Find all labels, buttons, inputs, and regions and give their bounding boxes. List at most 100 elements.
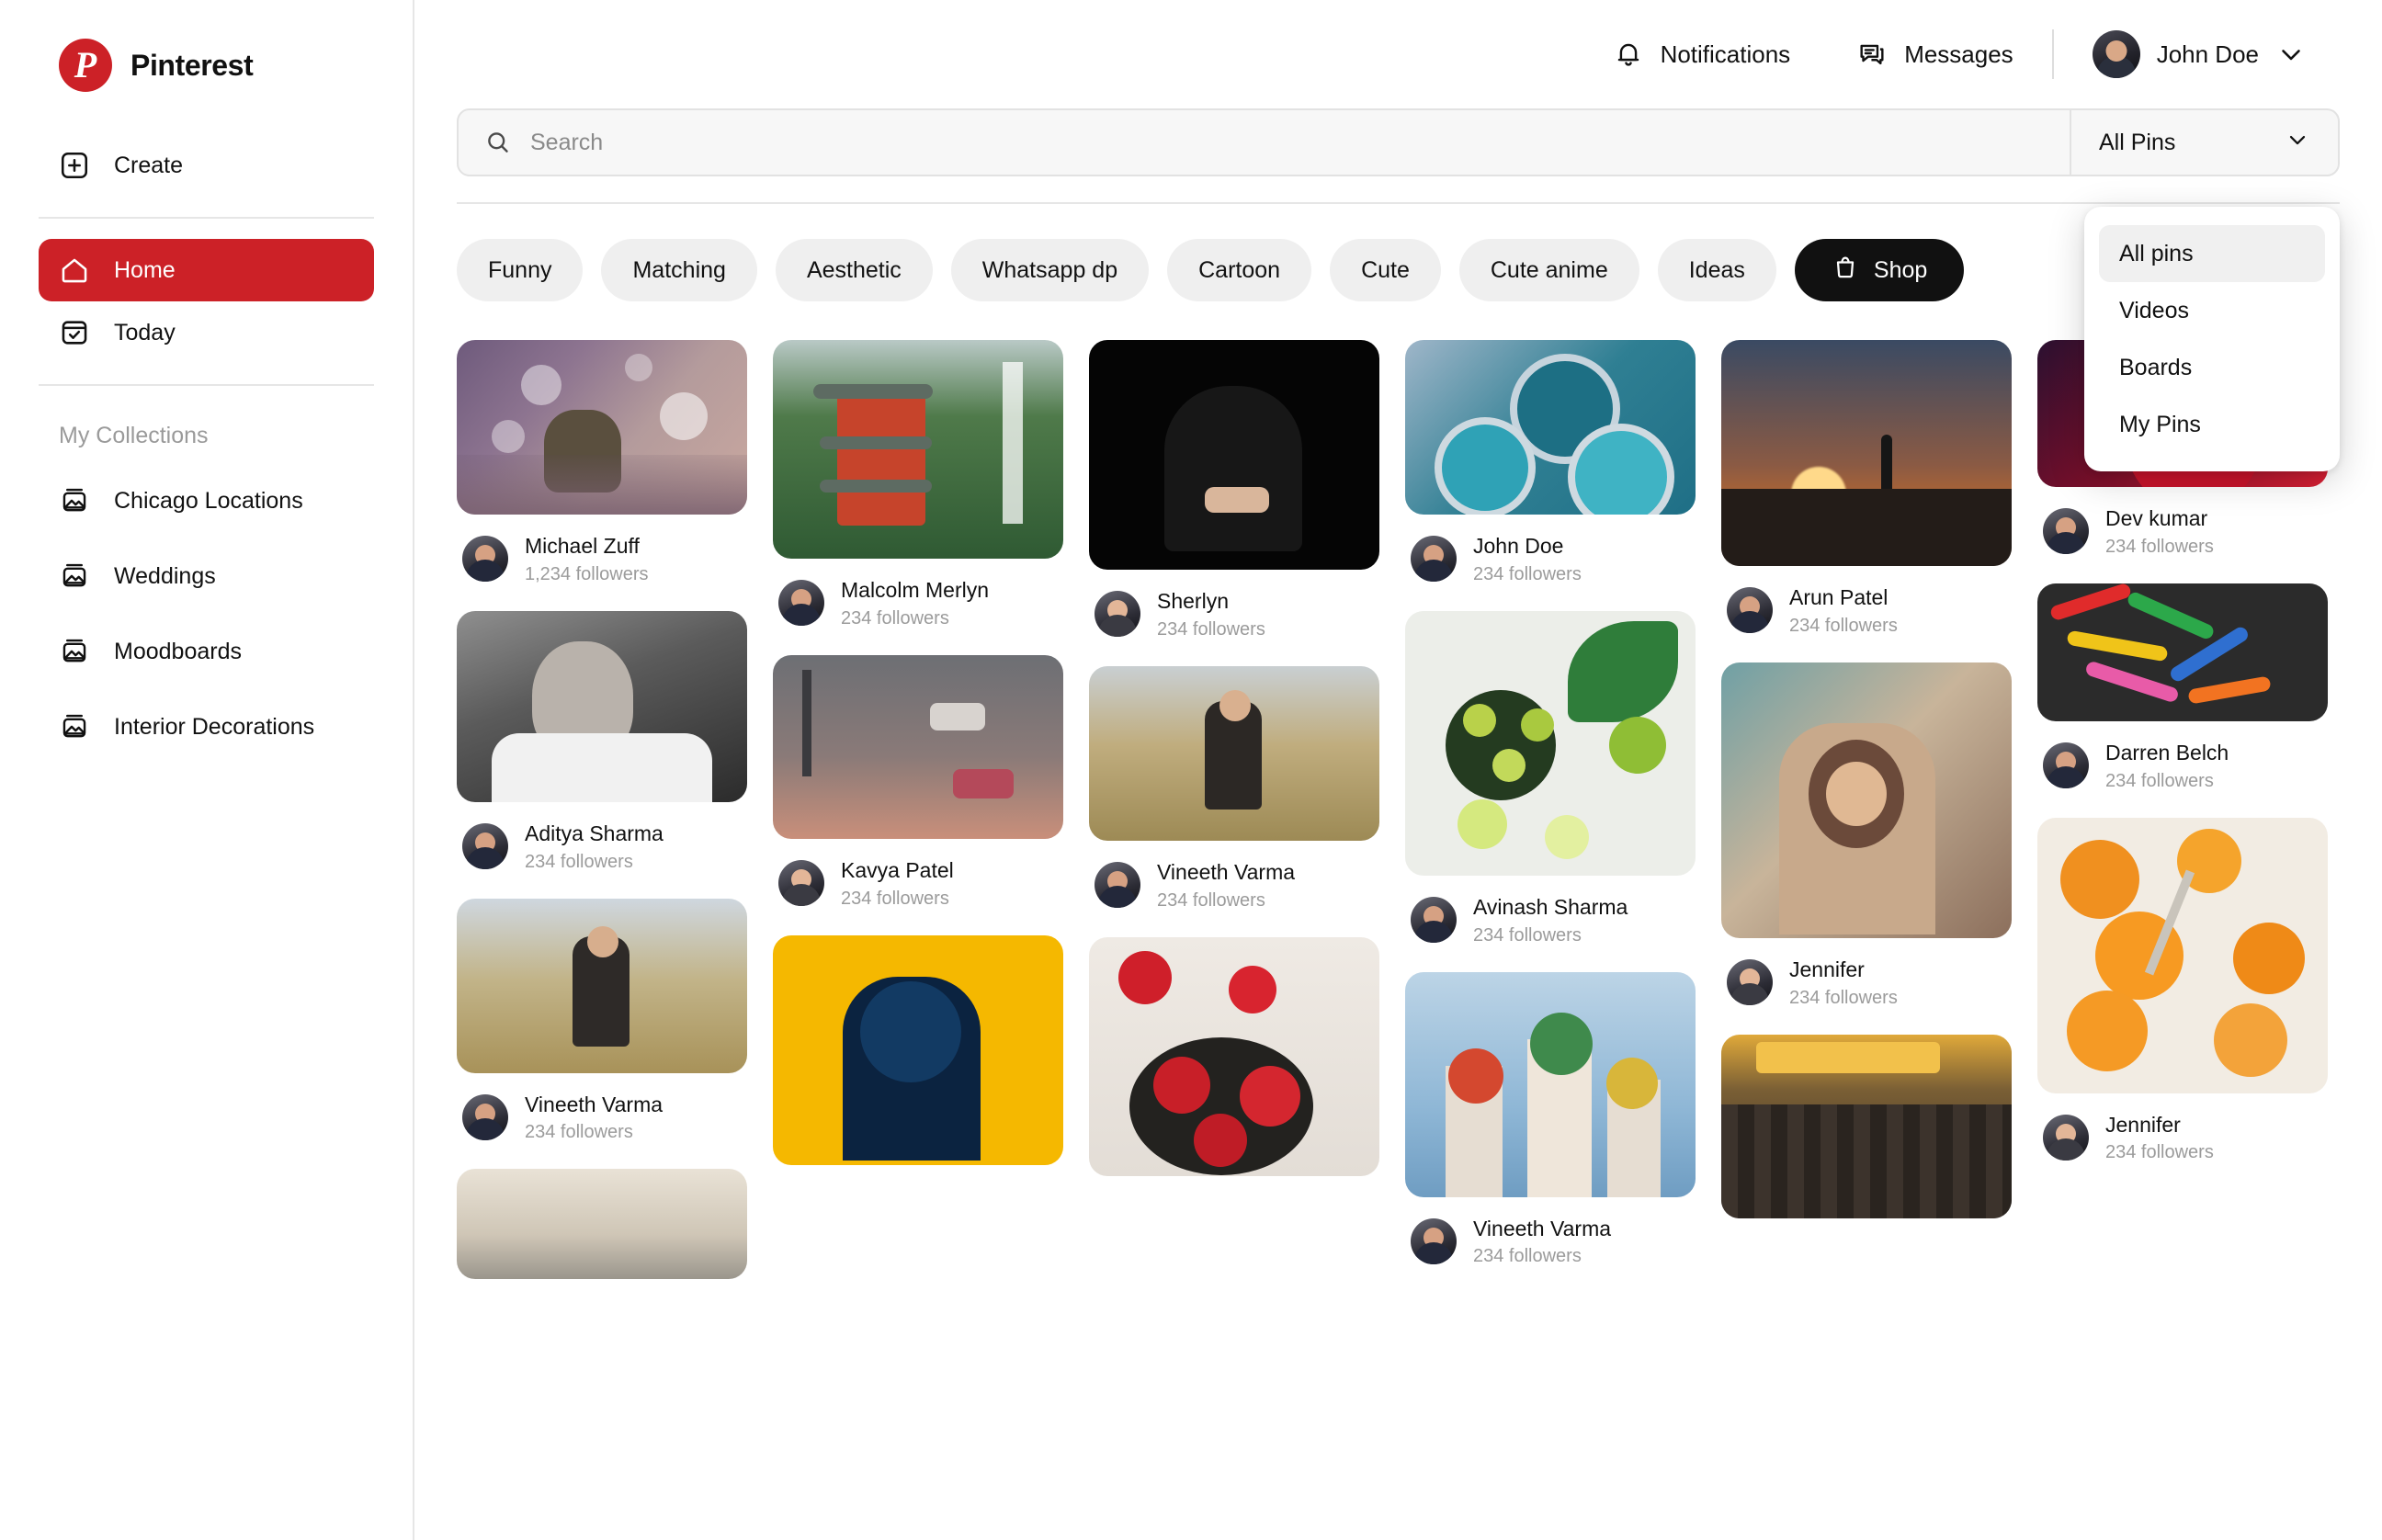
pin-image[interactable] [457, 1169, 747, 1280]
pin-image[interactable] [1405, 340, 1696, 515]
pin-followers: 234 followers [2105, 1142, 2214, 1163]
pin-user-name: Darren Belch [2105, 740, 2229, 764]
topbar-separator [2051, 29, 2054, 79]
pin-image[interactable] [1721, 1034, 2012, 1218]
sidebar-item-moodboards[interactable]: Moodboards [39, 620, 374, 683]
pin-image[interactable] [1089, 340, 1379, 570]
pin-meta: Jennifer 234 followers [2037, 1093, 2328, 1164]
pin-card[interactable]: Jennifer 234 followers [2037, 817, 2328, 1164]
dropdown-item-my-pins[interactable]: My Pins [2099, 396, 2325, 453]
dropdown-item-videos[interactable]: Videos [2099, 282, 2325, 339]
pin-card[interactable] [773, 934, 1063, 1165]
pin-card[interactable]: Sherlyn 234 followers [1089, 340, 1379, 640]
dropdown-item-boards[interactable]: Boards [2099, 339, 2325, 396]
pin-followers: 234 followers [1157, 889, 1265, 911]
pin-meta: Sherlyn 234 followers [1089, 570, 1379, 640]
messages-button[interactable]: Messages [1823, 39, 2047, 70]
search-input[interactable] [530, 129, 1989, 156]
image-icon [59, 711, 90, 742]
pin-image[interactable] [457, 898, 747, 1073]
avatar [778, 580, 824, 627]
pin-card[interactable] [1721, 1034, 2012, 1218]
pin-image[interactable] [773, 934, 1063, 1165]
pin-image[interactable] [1405, 610, 1696, 876]
chip-cute[interactable]: Cute [1330, 239, 1441, 301]
avatar [2043, 1114, 2089, 1161]
pin-image[interactable] [1721, 662, 2012, 938]
chip-aesthetic[interactable]: Aesthetic [775, 239, 933, 301]
pin-followers: 234 followers [1473, 563, 1582, 584]
pin-card[interactable]: Vineeth Varma 234 followers [457, 898, 747, 1144]
pin-image[interactable] [1405, 971, 1696, 1197]
pin-card[interactable]: Michael Zuff 1,234 followers [457, 340, 747, 585]
pin-card[interactable]: Jennifer 234 followers [1721, 662, 2012, 1009]
pin-card[interactable]: Avinash Sharma 234 followers [1405, 610, 1696, 946]
notifications-button[interactable]: Notifications [1580, 39, 1824, 70]
pin-meta: Darren Belch 234 followers [2037, 721, 2328, 792]
pin-image[interactable] [773, 340, 1063, 559]
search-icon [484, 129, 512, 156]
chip-shop[interactable]: Shop [1794, 239, 1965, 301]
pin-meta: John Doe 234 followers [1405, 515, 1696, 585]
pin-card[interactable]: Vineeth Varma 234 followers [1089, 665, 1379, 912]
pin-image[interactable] [2037, 817, 2328, 1093]
pin-card[interactable]: John Doe 234 followers [1405, 340, 1696, 585]
main-area: Notifications Messages John Doe Search A… [414, 0, 2382, 1540]
pinterest-logo-icon: P [59, 39, 112, 92]
search-field-wrap[interactable] [459, 110, 2070, 175]
pin-image[interactable] [773, 654, 1063, 839]
pin-card[interactable]: Arun Patel 234 followers [1721, 340, 2012, 637]
sidebar-item-weddings[interactable]: Weddings [39, 545, 374, 607]
pin-image[interactable] [1089, 665, 1379, 841]
bell-icon [1613, 39, 1644, 70]
pin-followers: 234 followers [1473, 1246, 1582, 1267]
dropdown-item-all-pins[interactable]: All pins [2099, 225, 2325, 282]
pin-card[interactable] [1089, 936, 1379, 1176]
sidebar-item-home[interactable]: Home [39, 239, 374, 301]
image-icon [59, 485, 90, 516]
chip-cute-anime[interactable]: Cute anime [1458, 239, 1639, 301]
sidebar-item-interior-decorations[interactable]: Interior Decorations [39, 696, 374, 758]
image-icon [59, 636, 90, 667]
pin-user-block: Kavya Patel 234 followers [841, 857, 954, 910]
search-area: All Pins [414, 108, 2382, 204]
pin-card[interactable]: Aditya Sharma 234 followers [457, 610, 747, 873]
pin-user-block: Avinash Sharma 234 followers [1473, 894, 1628, 946]
pin-card[interactable] [457, 1169, 747, 1280]
pin-user-name: Jennifer [1789, 957, 1865, 981]
pin-user-name: Vineeth Varma [1157, 859, 1296, 884]
pin-card[interactable]: Kavya Patel 234 followers [773, 654, 1063, 910]
user-menu[interactable]: John Doe [2059, 30, 2340, 78]
chip-whatsapp-dp[interactable]: Whatsapp dp [950, 239, 1150, 301]
pin-user-block: Michael Zuff 1,234 followers [525, 533, 649, 585]
pin-card[interactable]: Vineeth Varma 234 followers [1405, 971, 1696, 1268]
pin-card[interactable]: Malcolm Merlyn 234 followers [773, 340, 1063, 629]
pin-filter-select[interactable]: All Pins [2070, 110, 2338, 175]
sidebar-item-today[interactable]: Today [39, 301, 374, 364]
sidebar-section-title: My Collections [59, 423, 209, 448]
chip-funny[interactable]: Funny [457, 239, 584, 301]
pin-art [773, 935, 1063, 1165]
brand[interactable]: P Pinterest [39, 0, 374, 92]
pin-meta: Vineeth Varma 234 followers [1405, 1197, 1696, 1268]
pin-image[interactable] [457, 340, 747, 515]
pin-followers: 234 followers [525, 851, 633, 872]
logo-letter: P [74, 44, 97, 85]
pin-user-name: Vineeth Varma [1473, 1216, 1612, 1240]
pin-meta: Aditya Sharma 234 followers [457, 802, 747, 873]
sidebar-item-chicago-locations[interactable]: Chicago Locations [39, 470, 374, 532]
chip-matching[interactable]: Matching [601, 239, 757, 301]
pin-image[interactable] [457, 610, 747, 802]
pin-card[interactable]: Darren Belch 234 followers [2037, 583, 2328, 792]
pin-meta: Michael Zuff 1,234 followers [457, 515, 747, 585]
pin-user-name: Sherlyn [1157, 589, 1229, 613]
pin-image[interactable] [1089, 936, 1379, 1176]
pin-column: John Doe 234 followers Avinash Sharma 23… [1405, 340, 1696, 1540]
pin-image[interactable] [1721, 340, 2012, 566]
pin-image[interactable] [2037, 583, 2328, 721]
pin-user-block: Darren Belch 234 followers [2105, 740, 2229, 792]
sidebar-item-create[interactable]: Create [39, 134, 374, 197]
chip-ideas[interactable]: Ideas [1657, 239, 1776, 301]
pin-art [1405, 611, 1696, 876]
chip-cartoon[interactable]: Cartoon [1167, 239, 1312, 301]
